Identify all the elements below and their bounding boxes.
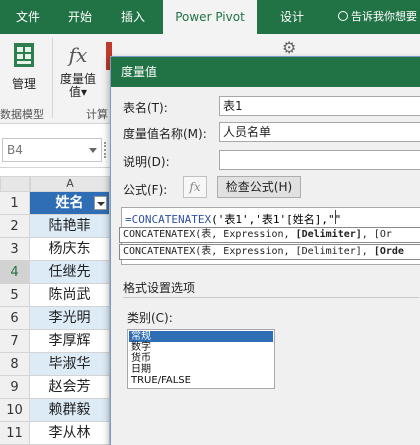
tell-me-label: 告诉我你想要: [351, 10, 417, 23]
category-option-selected[interactable]: 常规: [129, 331, 273, 342]
tell-me-search[interactable]: 告诉我你想要: [338, 0, 417, 34]
check-formula-button[interactable]: 检查公式(H): [217, 176, 301, 198]
group-label-data-model: 数据模型: [0, 108, 44, 121]
category-option[interactable]: 日期: [129, 364, 273, 375]
description-label: 说明(D):: [123, 155, 170, 169]
tab-power-pivot[interactable]: Power Pivot: [163, 0, 257, 34]
formula-function-name: =CONCATENATEX: [125, 213, 212, 226]
table-name-select[interactable]: 表1: [219, 96, 420, 116]
description-input[interactable]: [219, 150, 420, 170]
settings-gear-icon[interactable]: ⚙: [282, 38, 296, 57]
table-cell[interactable]: 陆艳菲: [30, 215, 110, 238]
measures-button[interactable]: fx 度量值 值▾: [58, 40, 98, 98]
table-cell[interactable]: 赵会芳: [30, 376, 110, 399]
table-name-label: 表名(T):: [123, 101, 168, 115]
table-row: 6 李光明: [0, 307, 110, 330]
lightbulb-icon: [338, 11, 348, 21]
table-cell[interactable]: 李厚辉: [30, 330, 110, 353]
filter-dropdown-icon[interactable]: [94, 196, 107, 210]
group-separator: [52, 38, 53, 118]
table-cell[interactable]: 陈尚武: [30, 284, 110, 307]
table-row: 10 赖群毅: [0, 399, 110, 422]
select-all-corner[interactable]: [0, 176, 30, 192]
table-cell-selected[interactable]: 任继先: [30, 261, 110, 284]
table-row: 3 杨庆东: [0, 238, 110, 261]
table-header-cell[interactable]: 姓名: [30, 192, 110, 215]
table-row: 7 李厚辉: [0, 330, 110, 353]
column-header-a[interactable]: A: [30, 176, 110, 192]
tooltip-text: CONCATENATEX(表, Expression,: [123, 229, 296, 240]
header-label: 姓名: [55, 195, 84, 211]
manage-label: 管理: [11, 77, 36, 91]
tab-design[interactable]: 设计: [268, 0, 316, 34]
row-number[interactable]: 9: [0, 376, 30, 399]
table-row: 4 任继先: [0, 261, 110, 284]
format-section-title: 格式设置选项: [123, 281, 196, 295]
row-number[interactable]: 5: [0, 284, 30, 307]
ribbon-tab-bar: 文件 开始 插入 Power Pivot 设计 告诉我你想要: [0, 0, 420, 34]
insert-function-button[interactable]: fx: [183, 176, 207, 198]
row-number[interactable]: 3: [0, 238, 30, 261]
row-number-selected[interactable]: 4: [0, 261, 30, 284]
formula-label: 公式(F):: [123, 183, 168, 197]
table-row: 9 赵会芳: [0, 376, 110, 399]
name-box-value: B4: [7, 143, 23, 157]
tab-home[interactable]: 开始: [58, 0, 102, 34]
category-option[interactable]: TRUE/FALSE: [129, 375, 273, 386]
table-cell[interactable]: 毕淑华: [30, 353, 110, 376]
category-listbox[interactable]: 常规 数字 货币 日期 TRUE/FALSE: [127, 329, 275, 389]
category-label: 类别(C):: [127, 311, 173, 325]
row-number[interactable]: 1: [0, 192, 30, 215]
measure-name-label: 度量值名称(M):: [123, 127, 207, 141]
data-model-icon: [14, 43, 34, 67]
table-cell[interactable]: 杨庆东: [30, 238, 110, 261]
intellisense-tooltip: CONCATENATEX(表, Expression, [Delimiter],…: [119, 227, 420, 243]
category-option[interactable]: 货币: [129, 353, 273, 364]
measures-label: 度量值: [59, 72, 96, 86]
intellisense-tooltip: CONCATENATEX(表, Expression, [Delimiter],…: [119, 244, 420, 260]
formula-arguments: ('表1','表1'[姓名],"": [211, 213, 342, 226]
tooltip-text: CONCATENATEX(表, Expression, [Delimiter],: [123, 246, 374, 257]
table-row: 2 陆艳菲: [0, 215, 110, 238]
fx-icon: fx: [68, 43, 88, 67]
formula-bar-grip[interactable]: [104, 142, 108, 158]
group-label-calc: 计算: [86, 108, 108, 121]
dialog-title: 度量值: [111, 57, 420, 87]
tab-insert[interactable]: 插入: [110, 0, 156, 34]
category-option[interactable]: 数字: [129, 342, 273, 353]
measure-name-input[interactable]: 人员名单: [219, 122, 420, 142]
table-cell[interactable]: 李光明: [30, 307, 110, 330]
worksheet-grid: A 1 姓名 2 陆艳菲 3 杨庆东 4 任继先 5 陈尚武 6 李光明 7 李…: [0, 176, 110, 445]
tooltip-text: , [Or: [361, 229, 392, 240]
table-cell[interactable]: 赖群毅: [30, 399, 110, 422]
row-number[interactable]: 6: [0, 307, 30, 330]
text-cursor: [335, 210, 336, 224]
row-number[interactable]: 11: [0, 422, 30, 445]
row-number[interactable]: 10: [0, 399, 30, 422]
tab-file[interactable]: 文件: [6, 0, 50, 34]
name-box[interactable]: B4: [2, 138, 102, 162]
measure-dialog: 度量值 表名(T): 表1 度量值名称(M): 人员名单 说明(D): 公式(F…: [110, 56, 420, 445]
section-divider: [123, 297, 419, 298]
row-number[interactable]: 7: [0, 330, 30, 353]
table-cell[interactable]: 李从林: [30, 422, 110, 445]
row-number[interactable]: 8: [0, 353, 30, 376]
table-row: 5 陈尚武: [0, 284, 110, 307]
table-row: 1 姓名: [0, 192, 110, 215]
measures-dropdown-icon: 值▾: [68, 85, 88, 99]
tooltip-current-param: [Delimiter]: [295, 229, 362, 240]
formula-text: =CONCATENATEX('表1','表1'[姓名],"": [125, 211, 341, 227]
table-row: 8 毕淑华: [0, 353, 110, 376]
tooltip-current-param: [Orde: [373, 246, 404, 257]
table-row: 11 李从林: [0, 422, 110, 445]
chevron-down-icon: [89, 148, 97, 153]
manage-button[interactable]: 管理: [4, 40, 44, 92]
row-number[interactable]: 2: [0, 215, 30, 238]
